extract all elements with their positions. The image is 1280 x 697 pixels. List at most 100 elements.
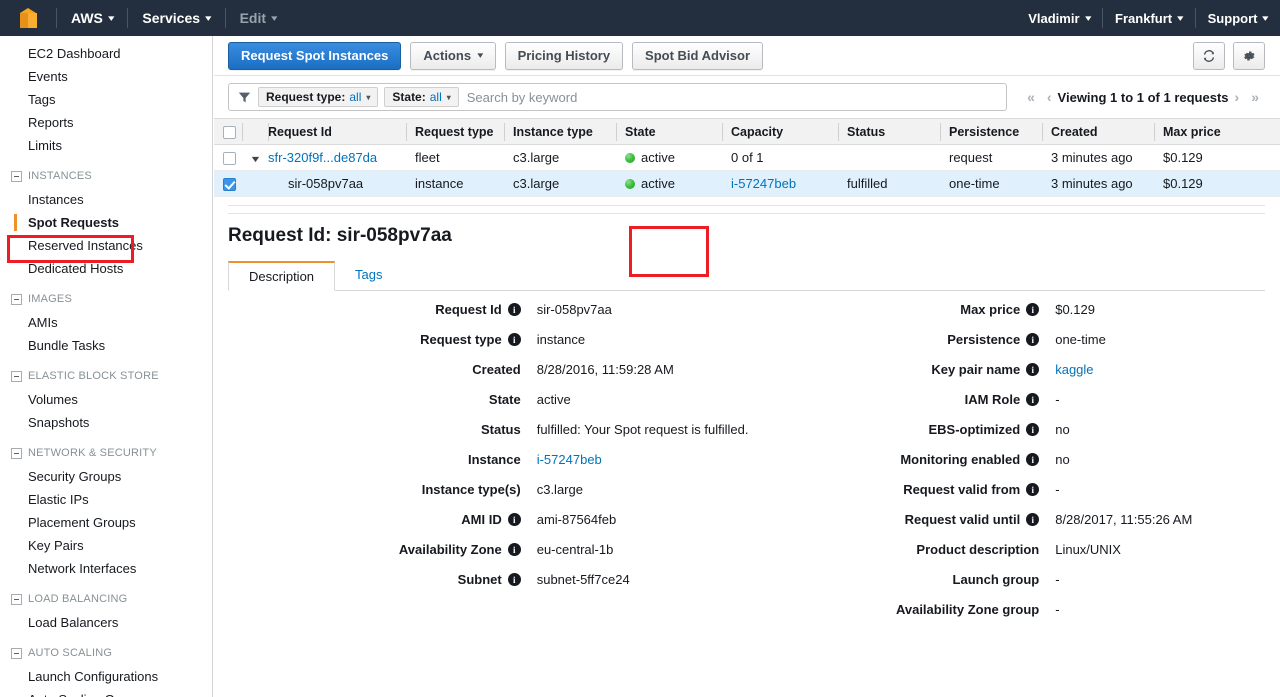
sidebar-group-elastic-block-store[interactable]: ELASTIC BLOCK STORE (0, 364, 212, 388)
pagination-last-button[interactable]: » (1245, 89, 1265, 105)
sidebar-item-elastic-ips[interactable]: Elastic IPs (0, 488, 212, 511)
collapse-toggle-icon[interactable] (11, 447, 22, 459)
sidebar-item-security-groups[interactable]: Security Groups (0, 465, 212, 488)
collapse-toggle-icon[interactable] (11, 293, 22, 305)
expand-row-toggle-icon[interactable]: ▼ (249, 154, 261, 164)
spot-bid-advisor-button[interactable]: Spot Bid Advisor (632, 41, 764, 70)
sidebar-item-launch-configurations[interactable]: Launch Configurations (0, 665, 212, 688)
collapse-toggle-icon[interactable] (11, 370, 22, 382)
info-icon[interactable]: i (1026, 423, 1040, 436)
cell-created-text: 3 minutes ago (1051, 150, 1133, 165)
aws-cube-logo-icon[interactable] (0, 0, 56, 36)
select-all-checkbox[interactable] (223, 125, 236, 139)
pagination-first-button[interactable]: « (1021, 89, 1041, 105)
sidebar-item-tags[interactable]: Tags (0, 88, 212, 111)
nav-item-account[interactable]: Vladimir ▾ (1016, 0, 1102, 36)
filter-pill-request-type-value: all (349, 90, 362, 104)
collapse-toggle-icon[interactable] (11, 593, 22, 605)
detail-value-key-pair-name[interactable]: kaggle (1047, 362, 1265, 377)
actions-button[interactable]: Actions ▾ (410, 41, 496, 70)
row-select-checkbox[interactable] (223, 178, 236, 192)
sidebar-item-limits[interactable]: Limits (0, 134, 212, 157)
sidebar-group-load-balancing[interactable]: LOAD BALANCING (0, 587, 212, 611)
sidebar-group-auto-scaling[interactable]: AUTO SCALING (0, 641, 212, 665)
pagination-prev-button[interactable]: ‹ (1041, 89, 1058, 105)
cell-request-id[interactable]: sfr-320f9f...de87da (268, 144, 406, 171)
sidebar-group-images[interactable]: IMAGES (0, 287, 212, 311)
cell-request-id-text[interactable]: sfr-320f9f...de87da (268, 150, 377, 165)
sidebar-item-reserved-instances[interactable]: Reserved Instances (0, 234, 212, 257)
info-icon[interactable]: i (507, 573, 521, 586)
detail-value-text: 8/28/2017, 11:55:26 AM (1055, 512, 1193, 527)
info-icon[interactable]: i (1026, 393, 1040, 406)
column-header-capacity[interactable]: Capacity (722, 118, 838, 145)
request-spot-instances-button[interactable]: Request Spot Instances (228, 41, 402, 70)
column-header-state[interactable]: State (616, 118, 722, 145)
nav-item-region[interactable]: Frankfurt ▾ (1103, 0, 1195, 36)
info-icon[interactable]: i (1026, 363, 1040, 376)
info-icon[interactable]: i (1026, 303, 1040, 316)
cell-capacity[interactable]: i-57247beb (722, 170, 838, 197)
column-header-request-id[interactable]: Request Id (268, 118, 406, 145)
detail-value-text[interactable]: kaggle (1055, 362, 1093, 377)
nav-item-services[interactable]: Services ▾ (128, 0, 224, 36)
sidebar-item-ec2-dashboard[interactable]: EC2 Dashboard (0, 42, 212, 65)
info-icon[interactable]: i (1026, 453, 1040, 466)
cell-status-text: fulfilled (847, 176, 888, 191)
sidebar-item-placement-groups[interactable]: Placement Groups (0, 511, 212, 534)
row-select-checkbox[interactable] (223, 152, 236, 166)
detail-value-max-price: $0.129 (1047, 302, 1265, 317)
refresh-button[interactable] (1193, 41, 1225, 70)
detail-label-text: Request Id (435, 302, 502, 317)
nav-item-support[interactable]: Support ▾ (1196, 0, 1280, 36)
search-input[interactable] (464, 88, 1001, 106)
sidebar-item-network-interfaces[interactable]: Network Interfaces (0, 557, 212, 580)
column-header-max-price[interactable]: Max price (1154, 118, 1280, 145)
sidebar-item-events[interactable]: Events (0, 65, 212, 88)
info-icon[interactable]: i (1026, 513, 1040, 526)
nav-item-aws[interactable]: AWS ▾ (57, 0, 127, 36)
filter-pill-request-type[interactable]: Request type: all ▾ (258, 87, 379, 107)
nav-item-edit[interactable]: Edit ▾ (226, 0, 291, 36)
tab-description[interactable]: Description (228, 261, 336, 291)
column-header-created[interactable]: Created (1042, 118, 1154, 145)
sidebar-group-instances[interactable]: INSTANCES (0, 164, 212, 188)
sidebar-item-load-balancers[interactable]: Load Balancers (0, 611, 212, 634)
info-icon[interactable]: i (507, 543, 521, 556)
detail-value-instance[interactable]: i-57247beb (529, 452, 747, 467)
cell-capacity-text[interactable]: i-57247beb (731, 176, 796, 191)
settings-button[interactable] (1233, 41, 1265, 70)
table-row[interactable]: sir-058pv7aa instance c3.large active i-5724… (214, 170, 1280, 197)
column-header-instance-type[interactable]: Instance type (504, 118, 616, 145)
sidebar-item-key-pairs[interactable]: Key Pairs (0, 534, 212, 557)
info-icon[interactable]: i (507, 513, 521, 526)
collapse-toggle-icon[interactable] (11, 647, 22, 659)
sidebar-item-instances[interactable]: Instances (0, 188, 212, 211)
collapse-toggle-icon[interactable] (11, 170, 22, 182)
column-header-request-type[interactable]: Request type (406, 118, 504, 145)
sidebar-item-bundle-tasks[interactable]: Bundle Tasks (0, 334, 212, 357)
detail-label-product-description: Product description (747, 542, 1048, 557)
tab-tags[interactable]: Tags (335, 260, 402, 290)
sidebar-group-network-security[interactable]: NETWORK & SECURITY (0, 441, 212, 465)
pricing-history-button[interactable]: Pricing History (504, 41, 624, 70)
sidebar-item-auto-scaling-groups[interactable]: Auto Scaling Groups (0, 688, 212, 697)
table-row[interactable]: ▼ sfr-320f9f...de87da fleet c3.large active 0… (214, 144, 1280, 171)
search-filter-box[interactable]: Request type: all ▾ State: all ▾ (228, 83, 1008, 111)
sidebar-item-volumes[interactable]: Volumes (0, 388, 212, 411)
filter-pill-state[interactable]: State: all ▾ (384, 87, 459, 107)
info-icon[interactable]: i (1026, 483, 1040, 496)
sidebar-item-snapshots[interactable]: Snapshots (0, 411, 212, 434)
column-header-persistence[interactable]: Persistence (940, 118, 1042, 145)
sidebar-item-spot-requests[interactable]: Spot Requests (0, 211, 212, 234)
sidebar-item-reports[interactable]: Reports (0, 111, 212, 134)
column-header-status[interactable]: Status (838, 118, 940, 145)
info-icon[interactable]: i (507, 333, 521, 346)
info-icon[interactable]: i (507, 303, 521, 316)
sidebar-item-dedicated-hosts[interactable]: Dedicated Hosts (0, 257, 212, 280)
panel-splitter[interactable] (228, 205, 1265, 214)
sidebar-item-amis[interactable]: AMIs (0, 311, 212, 334)
info-icon[interactable]: i (1026, 333, 1040, 346)
detail-value-text[interactable]: i-57247beb (537, 452, 602, 467)
pagination-next-button[interactable]: › (1229, 89, 1246, 105)
